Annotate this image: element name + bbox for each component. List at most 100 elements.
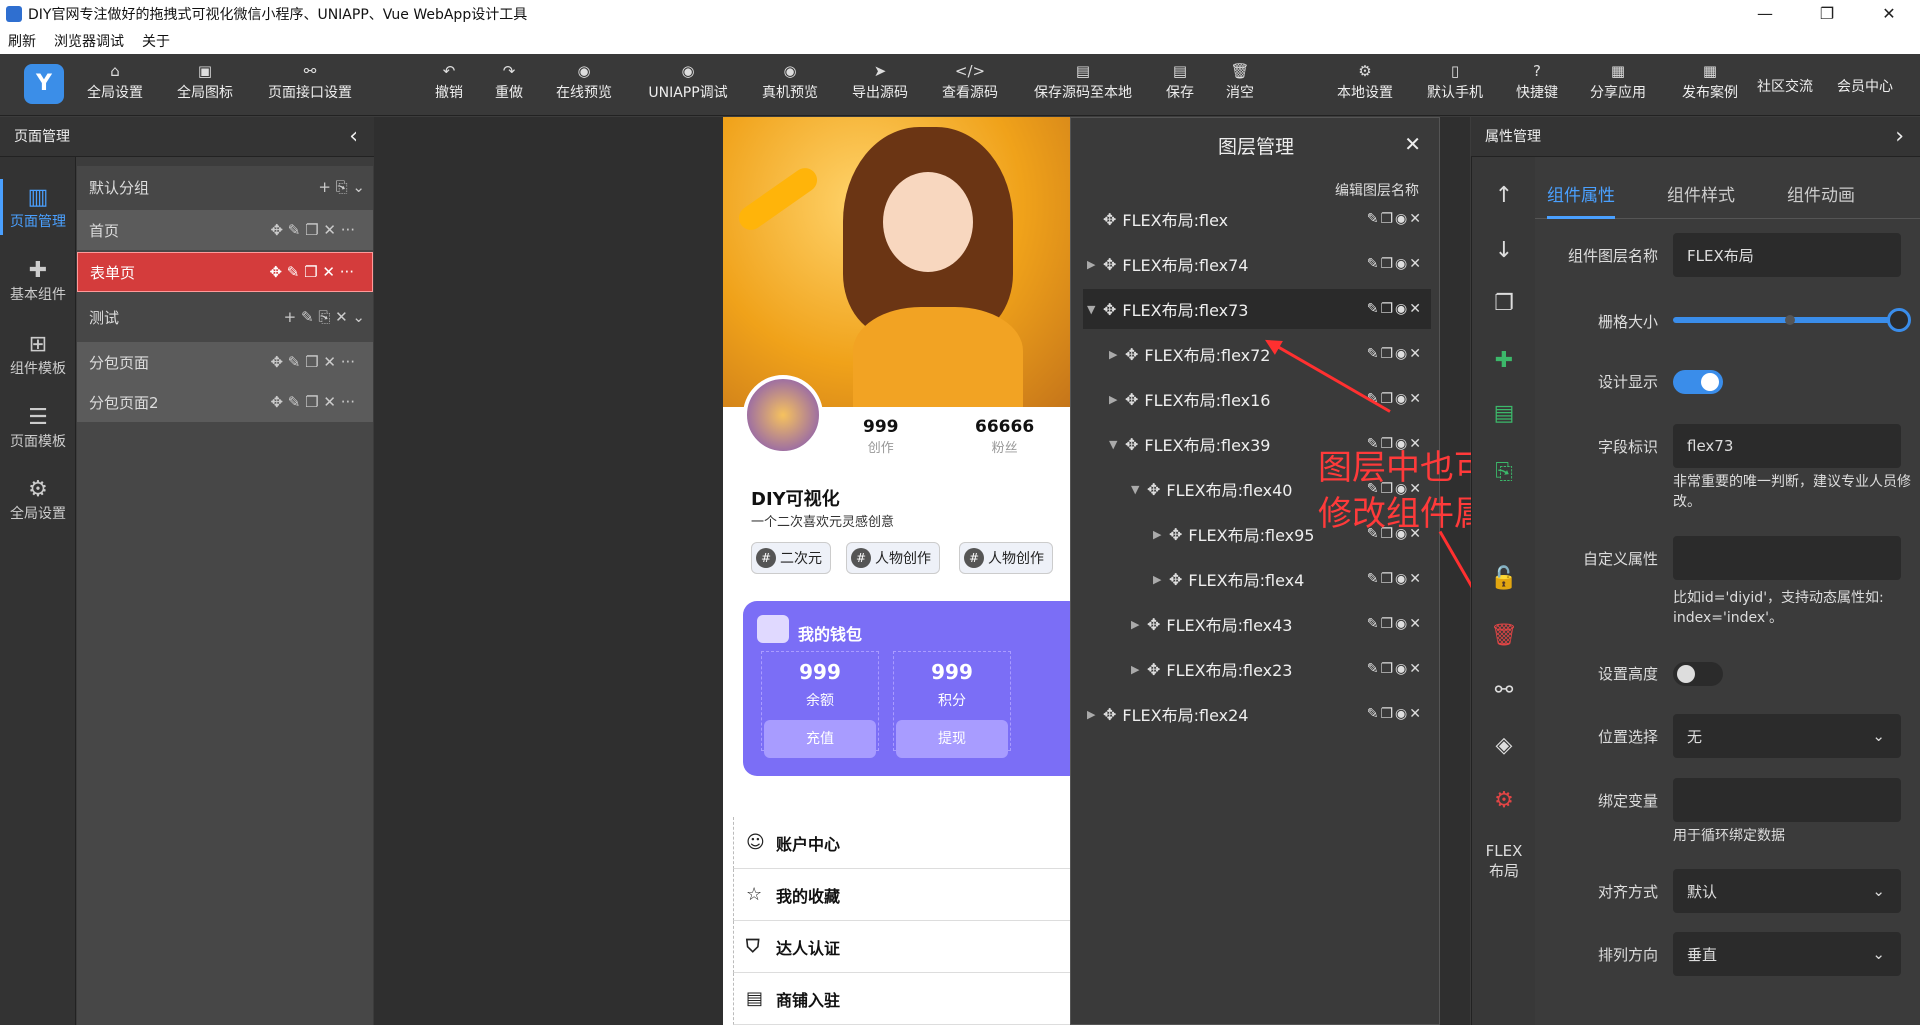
- page-group-test[interactable]: 测试 + ✎ ⎘ ✕ ⌄: [77, 296, 373, 338]
- menu-refresh[interactable]: 刷新: [8, 31, 36, 51]
- menu-about[interactable]: 关于: [142, 31, 170, 51]
- expand-arrow-icon[interactable]: ▶: [1087, 258, 1103, 271]
- page-row-actions[interactable]: ✥ ✎ ❐ ✕ ···: [270, 393, 355, 411]
- avatar[interactable]: [743, 375, 823, 455]
- expand-arrow-icon[interactable]: ▼: [1131, 483, 1147, 496]
- layer-row-actions[interactable]: ✎❐◉✕: [1367, 301, 1423, 317]
- tag-chip[interactable]: # 人物创作: [846, 542, 940, 574]
- edit-layer-names-button[interactable]: 编辑图层名称: [1335, 180, 1419, 200]
- direction-select[interactable]: 垂直 ⌄: [1673, 932, 1901, 976]
- menu-browser-debug[interactable]: 浏览器调试: [54, 31, 124, 51]
- expand-arrow-icon[interactable]: ▶: [1109, 393, 1125, 406]
- layer-row[interactable]: ▶ ✥ FLEX布局:flex16 ✎❐◉✕: [1083, 379, 1431, 419]
- local-settings-button[interactable]: ⚙ 本地设置: [1329, 62, 1401, 102]
- page-api-settings-button[interactable]: ⚯ 页面接口设置: [268, 62, 352, 102]
- expand-arrow-icon[interactable]: ▼: [1109, 438, 1125, 451]
- page-row-actions[interactable]: ✥ ✎ ❐ ✕ ···: [270, 353, 355, 371]
- expand-arrow-icon[interactable]: ▶: [1153, 528, 1169, 541]
- layer-row-actions[interactable]: ✎❐◉✕: [1367, 256, 1423, 272]
- bind-var-input[interactable]: [1673, 778, 1901, 822]
- slider-knob[interactable]: [1887, 308, 1911, 332]
- layer-row[interactable]: ▶ ✥ FLEX布局:flex43 ✎❐◉✕: [1083, 604, 1431, 644]
- expand-arrow-icon[interactable]: ▶: [1153, 573, 1169, 586]
- default-phone-button[interactable]: ▯ 默认手机: [1419, 62, 1491, 102]
- delete-icon[interactable]: 🗑: [1472, 623, 1536, 648]
- move-icon[interactable]: ✥: [1103, 210, 1116, 229]
- global-icons-button[interactable]: ▣ 全局图标: [169, 62, 241, 102]
- move-icon[interactable]: ✥: [1125, 435, 1138, 454]
- minimize-button[interactable]: —: [1734, 0, 1796, 28]
- layer-row[interactable]: ▶ ✥ FLEX布局:flex4 ✎❐◉✕: [1083, 559, 1431, 599]
- layer-row[interactable]: ▼ ✥ FLEX布局:flex73 ✎❐◉✕: [1083, 289, 1431, 329]
- layer-row-actions[interactable]: ✎❐◉✕: [1367, 211, 1423, 227]
- move-icon[interactable]: ✥: [1147, 660, 1160, 679]
- layer-row[interactable]: ▶ ✥ FLEX布局:flex72 ✎❐◉✕: [1083, 334, 1431, 374]
- custom-attr-input[interactable]: [1673, 536, 1901, 580]
- nav-page-templates[interactable]: ☰ 页面模板: [0, 405, 76, 451]
- tag-chip[interactable]: # 人物创作: [959, 542, 1053, 574]
- close-window-button[interactable]: ✕: [1858, 0, 1920, 28]
- export-source-button[interactable]: ➤ 导出源码: [844, 62, 916, 102]
- move-icon[interactable]: ✥: [1103, 300, 1116, 319]
- tab-component-animation[interactable]: 组件动画: [1787, 181, 1855, 206]
- tag-chip[interactable]: # 二次元: [751, 542, 831, 574]
- grid-size-slider[interactable]: [1673, 308, 1911, 332]
- recharge-button[interactable]: 充值: [764, 720, 876, 758]
- set-height-toggle[interactable]: [1673, 662, 1723, 686]
- collapse-left-icon[interactable]: ‹: [349, 117, 358, 157]
- expand-arrow-icon[interactable]: ▼: [1087, 303, 1103, 316]
- expand-arrow-icon[interactable]: ▶: [1109, 348, 1125, 361]
- move-icon[interactable]: ✥: [1125, 390, 1138, 409]
- move-icon[interactable]: ✥: [1169, 570, 1182, 589]
- page-row-subpackage2[interactable]: 分包页面2 ✥ ✎ ❐ ✕ ···: [77, 382, 373, 422]
- page-group-default[interactable]: 默认分组 + ⎘ ⌄: [77, 166, 373, 208]
- close-icon[interactable]: ✕: [1404, 132, 1421, 156]
- restore-button[interactable]: ❐: [1796, 0, 1858, 28]
- position-select[interactable]: 无 ⌄: [1673, 714, 1901, 758]
- document-icon[interactable]: ▤: [1472, 401, 1536, 426]
- layer-row[interactable]: ✥ FLEX布局:flex ✎❐◉✕: [1083, 199, 1431, 239]
- move-icon[interactable]: ✥: [1147, 480, 1160, 499]
- menu-shop-join[interactable]: ▤ 商铺入驻: [733, 973, 1071, 1025]
- expand-arrow-icon[interactable]: ▶: [1131, 663, 1147, 676]
- phone-preview[interactable]: 999 创作 66666 粉丝 DIY可视化 一个二次喜欢元灵感创意 # 二次元 …: [723, 117, 1071, 1025]
- community-link[interactable]: 社区交流: [1749, 76, 1821, 96]
- layer-row[interactable]: ▶ ✥ FLEX布局:flex74 ✎❐◉✕: [1083, 244, 1431, 284]
- nav-basic-components[interactable]: ✚ 基本组件: [0, 258, 76, 304]
- duplicate-icon[interactable]: ⎘: [1472, 460, 1536, 485]
- layer-row-actions[interactable]: ✎❐◉✕: [1367, 706, 1423, 722]
- field-id-input[interactable]: flex73: [1673, 424, 1901, 468]
- share-app-button[interactable]: ▦ 分享应用: [1582, 62, 1654, 102]
- move-icon[interactable]: ✥: [1103, 255, 1116, 274]
- move-icon[interactable]: ✥: [1147, 615, 1160, 634]
- online-preview-button[interactable]: ◉ 在线预览: [548, 62, 620, 102]
- page-row-actions[interactable]: ✥ ✎ ❐ ✕ ···: [270, 221, 355, 239]
- wallet-card[interactable]: 我的钱包 999 余额 充值 999 积分 提现: [743, 601, 1071, 776]
- menu-favorites[interactable]: ☆ 我的收藏: [733, 869, 1071, 921]
- view-source-button[interactable]: </> 查看源码: [934, 62, 1006, 102]
- global-settings-button[interactable]: ⌂ 全局设置: [79, 62, 151, 102]
- page-row-form[interactable]: 表单页 ✥ ✎ ❐ ✕ ···: [77, 252, 373, 292]
- nav-page-manager[interactable]: ▥ 页面管理: [0, 179, 76, 235]
- save-source-local-button[interactable]: ▤ 保存源码至本地: [1034, 62, 1132, 102]
- expand-arrow-icon[interactable]: ▶: [1087, 708, 1103, 721]
- design-display-toggle[interactable]: [1673, 370, 1723, 394]
- layer-name-input[interactable]: FLEX布局: [1673, 233, 1901, 277]
- group-actions[interactable]: + ⎘ ⌄: [318, 178, 365, 196]
- clear-button[interactable]: 🗑 消空: [1204, 62, 1276, 102]
- layer-row-actions[interactable]: ✎❐◉✕: [1367, 661, 1423, 677]
- stat-fans[interactable]: 66666 粉丝: [975, 417, 1034, 456]
- tab-component-style[interactable]: 组件样式: [1667, 181, 1735, 206]
- uniapp-debug-button[interactable]: ◉ UNIAPP调试: [648, 62, 727, 102]
- redo-button[interactable]: ↷ 重做: [473, 62, 545, 102]
- shortcuts-button[interactable]: ? 快捷键: [1501, 62, 1573, 102]
- move-icon[interactable]: ✥: [1169, 525, 1182, 544]
- layer-row[interactable]: ▶ ✥ FLEX布局:flex24 ✎❐◉✕: [1083, 694, 1431, 734]
- device-preview-button[interactable]: ◉ 真机预览: [754, 62, 826, 102]
- withdraw-button[interactable]: 提现: [896, 720, 1008, 758]
- move-up-icon[interactable]: ↑: [1472, 183, 1536, 208]
- component-icon[interactable]: ✚: [1472, 348, 1536, 373]
- expand-arrow-icon[interactable]: ▶: [1131, 618, 1147, 631]
- layer-row[interactable]: ▶ ✥ FLEX布局:flex23 ✎❐◉✕: [1083, 649, 1431, 689]
- member-center-link[interactable]: 会员中心: [1829, 76, 1901, 96]
